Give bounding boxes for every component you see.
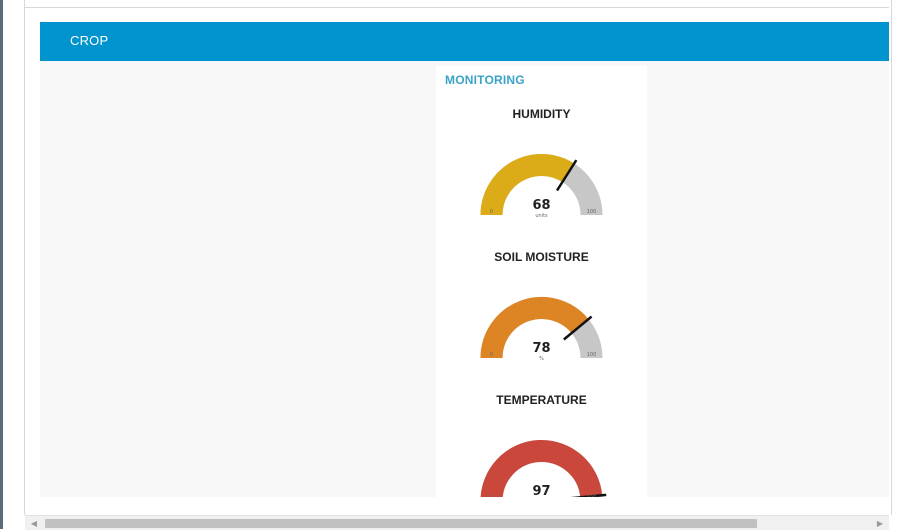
gauge-value: 78 [532,341,550,356]
gauge-max: 100 [587,495,597,497]
temperature-title: TEMPERATURE [496,393,587,407]
group-title: MONITORING [445,73,525,87]
temperature-gauge: 97 0 100 [480,440,607,497]
soil-moisture-gauge: 78 % 0 100 [480,297,603,362]
gauge-min: 0 [490,209,493,215]
monitoring-panel: MONITORING HUMIDITY 68 units 0 100 SOIL … [436,66,647,497]
gauge-unit: units [535,213,548,219]
gauge-unit: % [539,356,544,362]
humidity-title: HUMIDITY [512,107,571,121]
window-left-edge [0,0,3,529]
scroll-left-arrow-icon[interactable]: ◀ [27,518,41,530]
top-strip [25,0,889,8]
gauge-max: 100 [587,209,597,215]
gauge-value: 68 [532,198,550,213]
gauge-min: 0 [490,495,493,497]
humidity-gauge: 68 units 0 100 [480,154,603,219]
horizontal-scrollbar[interactable]: ◀ ▶ [25,515,889,530]
soil-moisture-title: SOIL MOISTURE [494,250,589,264]
page-title: CROP [70,33,109,48]
scrollbar-thumb[interactable] [45,519,757,528]
gauge-max: 100 [587,352,597,358]
header-bar: CROP [40,22,889,61]
scroll-right-arrow-icon[interactable]: ▶ [873,518,887,530]
gauge-value: 97 [532,484,550,497]
gauge-min: 0 [490,352,493,358]
